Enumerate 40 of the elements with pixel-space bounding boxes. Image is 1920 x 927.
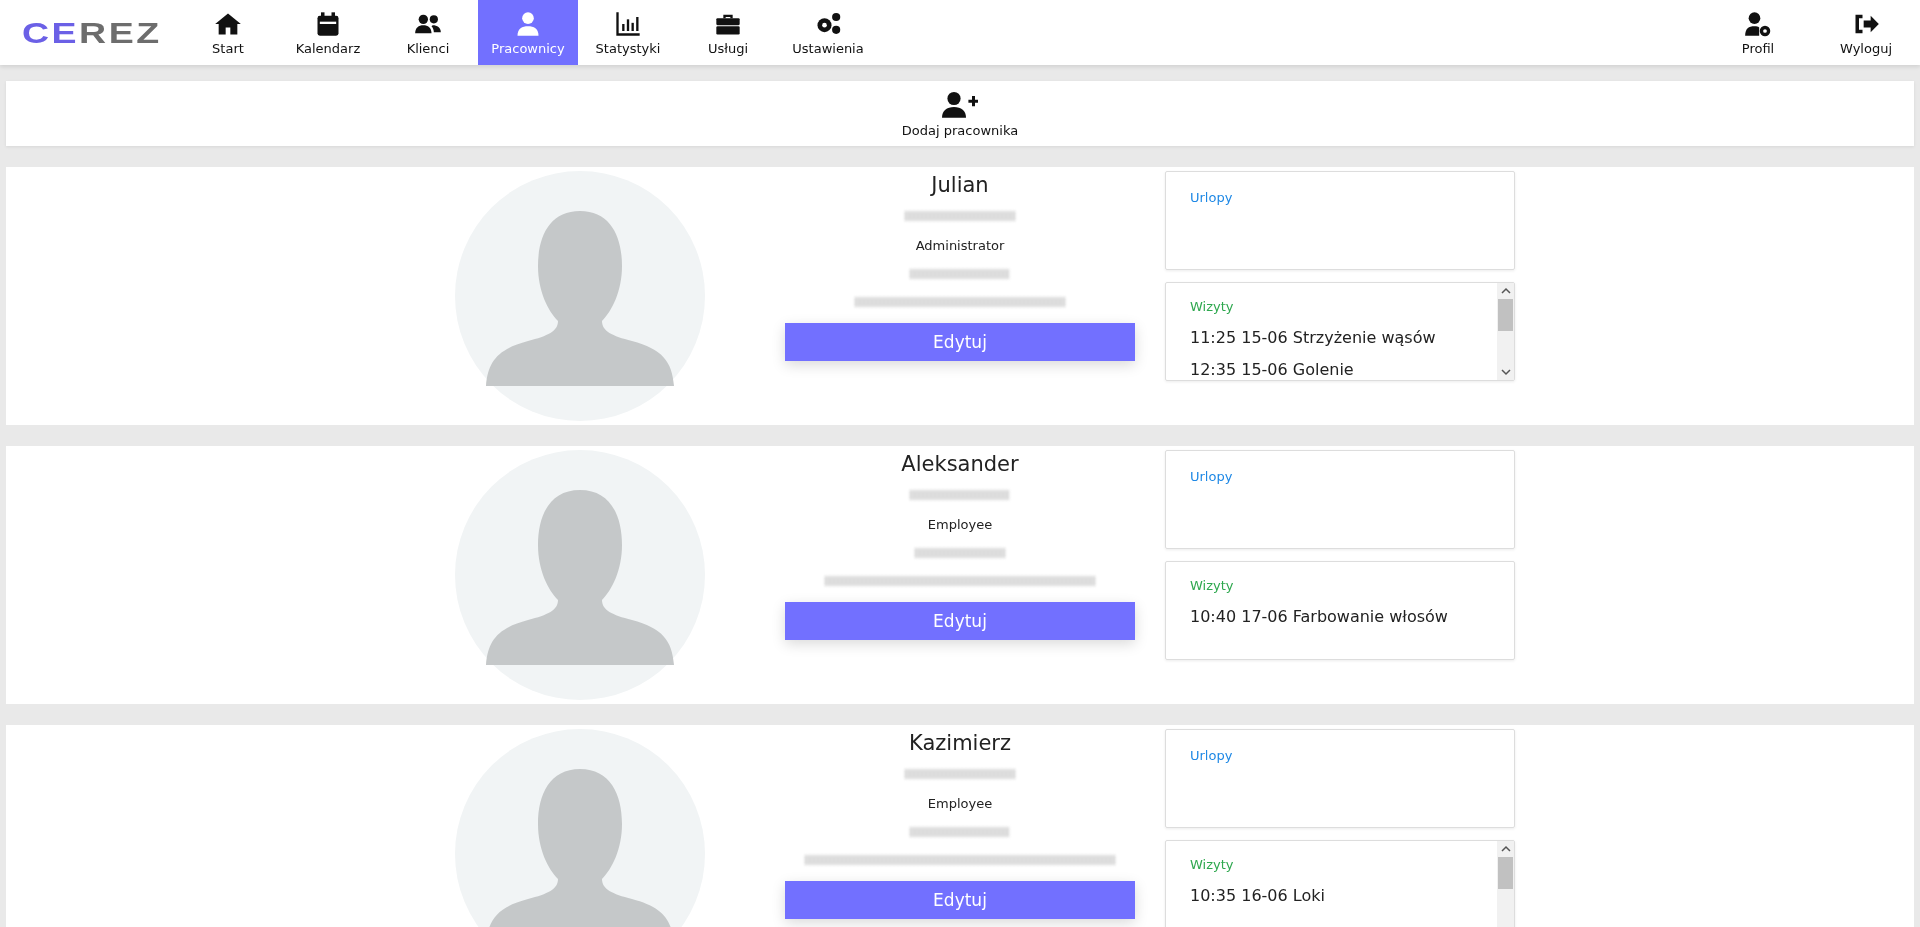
user-plus-icon [942,89,978,119]
chart-icon [614,9,642,38]
leave-heading: Urlopy [1190,748,1234,763]
edit-button[interactable]: Edytuj [785,323,1135,361]
edit-button[interactable]: Edytuj [785,881,1135,919]
nav-tab[interactable]: Pracownicy [478,0,578,65]
visits-heading: Wizyty [1190,578,1235,593]
employee-role: Employee [927,516,993,534]
add-employee-button[interactable]: Dodaj pracownika [901,89,1019,138]
leave-heading: Urlopy [1190,469,1234,484]
leave-heading: Urlopy [1190,190,1234,205]
scrollbar[interactable] [1497,841,1514,927]
scrollbar[interactable] [1497,283,1514,380]
visit-entry[interactable]: 10:35 16-06 Loki [1190,880,1473,912]
employee-name: Kazimierz [909,731,1011,757]
visit-entry[interactable]: 10:40 17-06 Farbowanie włosów [1190,601,1490,633]
visit-entry[interactable]: 11:25 15-06 Strzyżenie wąsów [1190,322,1473,354]
user-gear-icon [1744,9,1772,38]
avatar-silhouette-icon [455,729,705,927]
nav-tab[interactable]: Klienci [378,0,478,65]
nav-tab[interactable]: Statystyki [578,0,678,65]
visits-heading: Wizyty [1190,299,1235,314]
employee-role: Administrator [915,237,1005,255]
visits-heading: Wizyty [1190,857,1235,872]
visit-entry[interactable]: 12:35 15-06 Golenie [1190,354,1473,380]
nav-tab[interactable]: Usługi [678,0,778,65]
avatar-silhouette-icon [455,171,705,421]
employee-role: Employee [927,795,993,813]
nav-tab[interactable]: Ustawienia [778,0,878,65]
avatar-silhouette-icon [455,450,705,700]
nav-tab[interactable]: Kalendarz [278,0,378,65]
employee-name: Julian [931,173,989,199]
scroll-down-icon[interactable] [1500,368,1511,376]
scroll-up-icon[interactable] [1500,845,1511,853]
employee-name: Aleksander [901,452,1019,478]
nav-tab[interactable]: Start [178,0,278,65]
scroll-up-icon[interactable] [1500,287,1511,295]
nav-link[interactable]: Profil [1704,0,1812,65]
nav-link[interactable]: Wyloguj [1812,0,1920,65]
edit-button[interactable]: Edytuj [785,602,1135,640]
